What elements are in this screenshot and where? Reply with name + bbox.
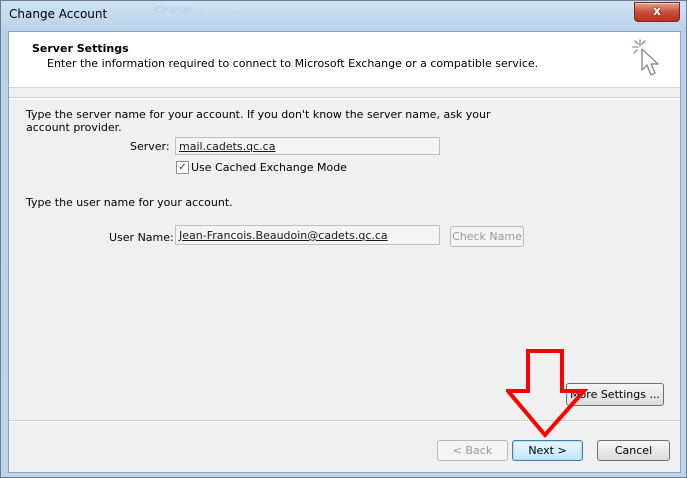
separator [9,420,680,422]
back-button[interactable]: < Back [437,440,508,461]
more-settings-button[interactable]: More Settings ... [566,383,664,406]
separator [9,97,680,99]
header-band: Server Settings Enter the information re… [9,32,680,88]
change-account-window: Change Account Change... ... ... x Serve… [0,0,687,478]
server-instructions-cont: account provider. [26,121,122,134]
close-icon: x [653,4,661,18]
dialog-body: Server Settings Enter the information re… [8,31,681,473]
server-input[interactable]: mail.cadets.qc.ca [175,137,440,155]
user-instructions: Type the user name for your account. [26,196,233,209]
cancel-button[interactable]: Cancel [597,440,670,461]
username-input[interactable]: Jean-Francois.Beaudoin@cadets.qc.ca [175,225,440,245]
window-title: Change Account [9,7,108,21]
background-tab: ... [321,5,331,16]
check-name-button[interactable]: Check Name [450,226,524,247]
username-label: User Name: [109,231,174,244]
server-label: Server: [130,140,170,153]
background-tab: ... [231,5,241,16]
cursor-sparkle-icon [632,39,659,76]
close-button[interactable]: x [634,2,680,22]
section-title: Server Settings [32,42,129,55]
section-description: Enter the information required to connec… [47,57,539,70]
background-tab: Change... [155,5,203,16]
next-button[interactable]: Next > [512,440,583,461]
cached-mode-checkbox[interactable]: ✓ [176,161,189,174]
server-instructions: Type the server name for your account. I… [26,108,491,121]
cached-mode-label[interactable]: Use Cached Exchange Mode [191,161,347,174]
title-bar[interactable]: Change Account Change... ... ... x [1,1,686,31]
